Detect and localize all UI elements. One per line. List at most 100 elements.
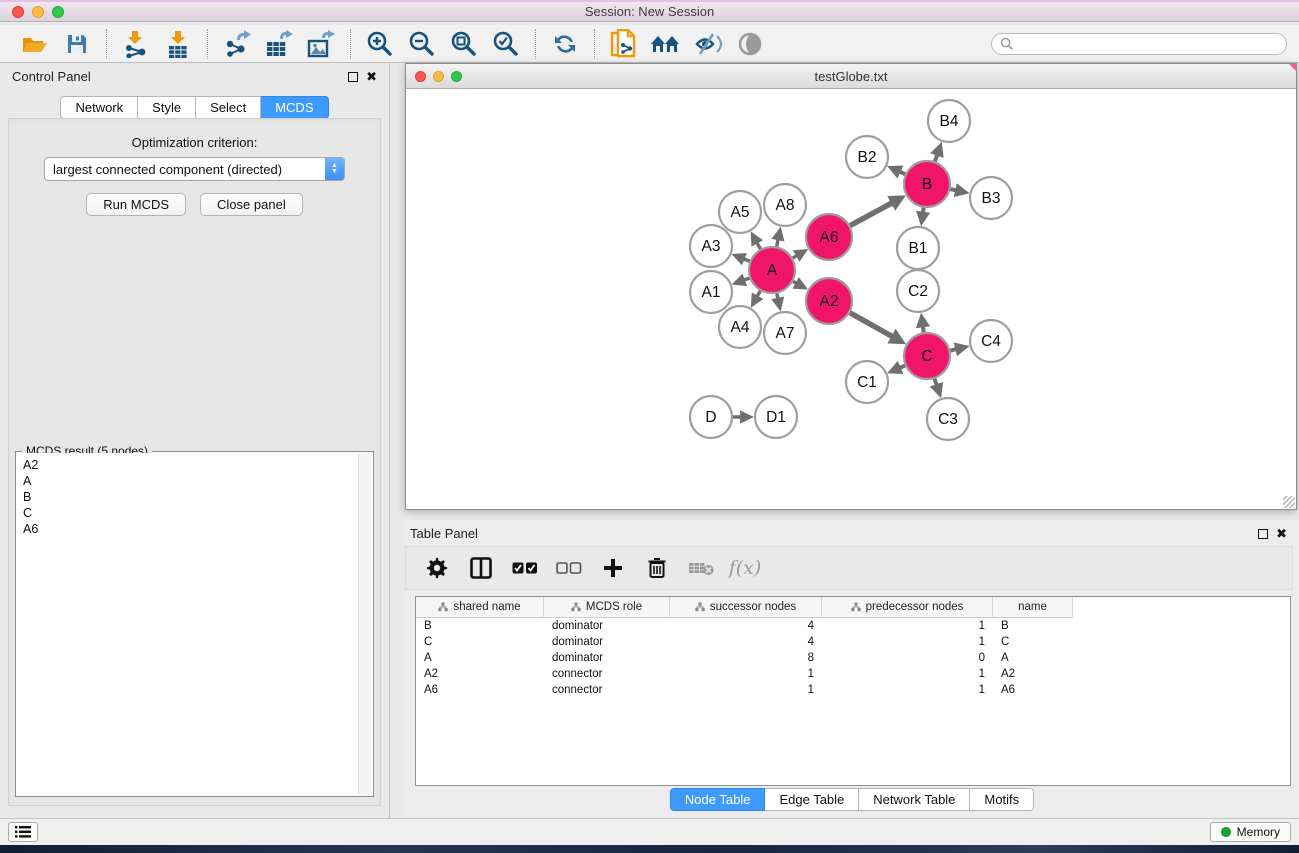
apply-function-button[interactable]: f(x) xyxy=(730,552,760,584)
optimization-criterion-dropdown[interactable]: largest connected component (directed) ▲… xyxy=(44,157,345,181)
resize-grip-icon[interactable] xyxy=(1283,496,1295,508)
zoom-selected-button[interactable] xyxy=(487,28,525,60)
column-header-predecessor-nodes[interactable]: predecessor nodes xyxy=(822,597,993,618)
table-row[interactable]: A2connector11A2 xyxy=(416,666,1290,682)
network-home-button[interactable] xyxy=(647,28,685,60)
arrowhead-icon xyxy=(916,211,930,226)
network-graph[interactable]: B4B2BB3A8A5A6A3B1AC2A1A2A4A7C4CC1C3DD1 xyxy=(406,89,1296,509)
open-folder-icon xyxy=(21,32,49,56)
refresh-icon xyxy=(552,31,578,57)
toolbar-separator xyxy=(535,29,536,59)
duplicate-network-button[interactable] xyxy=(605,28,643,60)
result-scrollbar[interactable] xyxy=(358,453,372,795)
tab-network[interactable]: Network xyxy=(60,96,138,119)
mcds-result-item[interactable]: A xyxy=(23,473,352,489)
network-canvas[interactable]: B4B2BB3A8A5A6A3B1AC2A1A2A4A7C4CC1C3DD1 xyxy=(406,89,1296,509)
float-table-panel-icon[interactable] xyxy=(1258,529,1268,539)
mcds-result-item[interactable]: A6 xyxy=(23,521,352,537)
tab-style[interactable]: Style xyxy=(138,96,196,119)
mcds-result-item[interactable]: C xyxy=(23,505,352,521)
table-rows: Bdominator41BCdominator41CAdominator80AA… xyxy=(416,618,1290,698)
network-window-titlebar[interactable]: testGlobe.txt xyxy=(406,64,1296,89)
zoom-out-button[interactable] xyxy=(403,28,441,60)
column-header-shared-name[interactable]: shared name xyxy=(416,597,544,618)
table-row[interactable]: Adominator80A xyxy=(416,650,1290,666)
float-panel-icon[interactable] xyxy=(348,72,358,82)
save-session-button[interactable] xyxy=(58,28,96,60)
tab-mcds[interactable]: MCDS xyxy=(261,96,328,119)
import-table-button[interactable] xyxy=(159,28,197,60)
run-mcds-button[interactable]: Run MCDS xyxy=(86,193,186,216)
export-network-button[interactable] xyxy=(218,28,256,60)
close-network-icon[interactable] xyxy=(415,71,426,82)
table-row[interactable]: Bdominator41B xyxy=(416,618,1290,634)
search-input[interactable] xyxy=(1017,37,1278,51)
close-table-panel-icon[interactable]: ✖ xyxy=(1276,529,1287,539)
table-row[interactable]: Cdominator41C xyxy=(416,634,1290,650)
edge-A2-C[interactable] xyxy=(850,313,893,337)
tab-motifs[interactable]: Motifs xyxy=(970,788,1034,811)
tab-network-table[interactable]: Network Table xyxy=(859,788,970,811)
export-table-button[interactable] xyxy=(260,28,298,60)
column-visibility-button[interactable] xyxy=(466,552,496,584)
window-title: Session: New Session xyxy=(585,4,714,19)
window-titlebar: Session: New Session xyxy=(0,0,1299,22)
unchecked-boxes-icon xyxy=(556,561,582,575)
close-window-icon[interactable] xyxy=(12,6,24,18)
select-all-rows-button[interactable] xyxy=(510,552,540,584)
delete-table-button[interactable] xyxy=(686,552,716,584)
export-image-button[interactable] xyxy=(302,28,340,60)
column-header-successor-nodes[interactable]: successor nodes xyxy=(670,597,822,618)
tab-node-table[interactable]: Node Table xyxy=(670,788,766,811)
mcds-result-item[interactable]: B xyxy=(23,489,352,505)
column-label: MCDS role xyxy=(586,601,642,613)
column-header-MCDS-role[interactable]: MCDS role xyxy=(544,597,670,618)
table-row[interactable]: A6connector11A6 xyxy=(416,682,1290,698)
deselect-all-rows-button[interactable] xyxy=(554,552,584,584)
edge-A6-B[interactable] xyxy=(850,202,893,225)
memory-button[interactable]: Memory xyxy=(1210,822,1291,842)
search-box[interactable] xyxy=(991,33,1287,55)
hide-graphics-details-button[interactable] xyxy=(689,28,727,60)
minimize-network-icon[interactable] xyxy=(433,71,444,82)
minimize-window-icon[interactable] xyxy=(32,6,44,18)
table-header-row: shared name MCDS role successor nodesprede… xyxy=(416,597,1290,618)
zoom-in-button[interactable] xyxy=(361,28,399,60)
cell-shared-name: B xyxy=(416,618,544,634)
gear-icon xyxy=(426,557,448,579)
status-bar: Memory xyxy=(0,818,1299,845)
close-panel-icon[interactable]: ✖ xyxy=(366,72,377,82)
node-label-A4: A4 xyxy=(731,319,750,336)
cell-predecessor-nodes: 1 xyxy=(822,666,993,682)
cell-name: C xyxy=(993,634,1073,650)
mcds-result-item[interactable]: A2 xyxy=(23,457,352,473)
open-session-button[interactable] xyxy=(16,28,54,60)
zoom-window-icon[interactable] xyxy=(52,6,64,18)
toolbar-separator xyxy=(594,29,595,59)
delete-column-button[interactable] xyxy=(642,552,672,584)
zoom-fit-button[interactable] xyxy=(445,28,483,60)
control-panel-header: Control Panel ✖ xyxy=(0,63,389,88)
zoom-network-icon[interactable] xyxy=(451,71,462,82)
mcds-result-list[interactable]: A2ABCA6 xyxy=(17,453,358,795)
close-panel-button[interactable]: Close panel xyxy=(200,193,303,216)
save-floppy-icon xyxy=(65,32,89,56)
add-column-button[interactable] xyxy=(598,552,628,584)
node-table[interactable]: shared name MCDS role successor nodesprede… xyxy=(415,596,1291,786)
task-history-button[interactable] xyxy=(8,822,38,842)
cell-name: A xyxy=(993,650,1073,666)
table-settings-button[interactable] xyxy=(422,552,452,584)
show-graphics-details-button[interactable] xyxy=(731,28,769,60)
tab-select[interactable]: Select xyxy=(196,96,261,119)
node-label-A1: A1 xyxy=(702,284,721,301)
arrowhead-icon xyxy=(930,142,943,158)
import-network-button[interactable] xyxy=(117,28,155,60)
node-label-C: C xyxy=(921,348,932,365)
apply-layout-button[interactable] xyxy=(546,28,584,60)
cell-shared-name: A xyxy=(416,650,544,666)
import-network-icon xyxy=(123,30,149,58)
arrowhead-icon xyxy=(916,313,930,328)
tab-edge-table[interactable]: Edge Table xyxy=(765,788,859,811)
cell-shared-name: A2 xyxy=(416,666,544,682)
column-header-name[interactable]: name xyxy=(993,597,1073,618)
